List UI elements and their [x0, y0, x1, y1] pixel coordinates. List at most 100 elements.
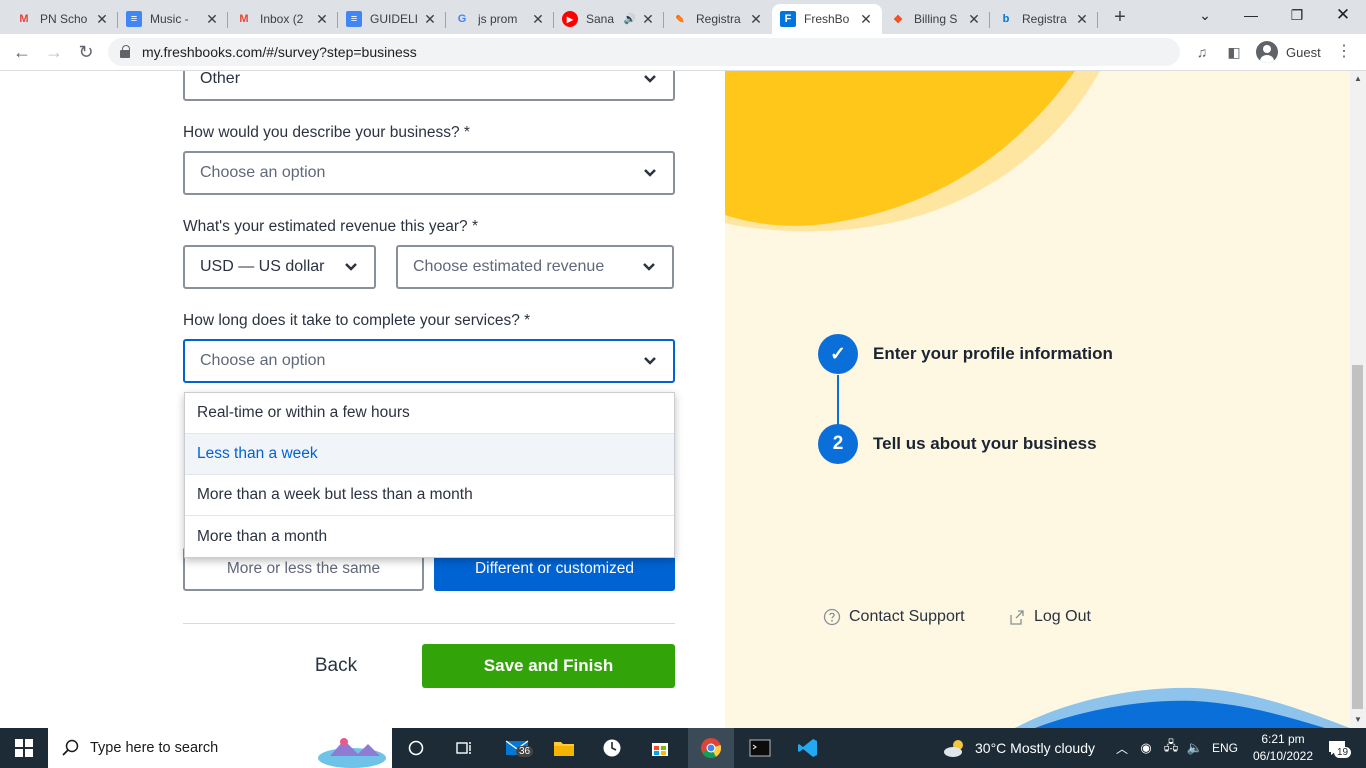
back-arrow-icon[interactable]: ← [8, 40, 36, 64]
scroll-down-arrow-icon[interactable]: ▼ [1350, 712, 1366, 728]
taskbar-search-box[interactable]: Type here to search [48, 728, 392, 768]
scroll-up-arrow-icon[interactable]: ▲ [1350, 71, 1366, 87]
minimize-button[interactable]: — [1228, 0, 1274, 30]
browser-tab[interactable]: ≡ GUIDELI ✕ [338, 4, 446, 34]
pen-icon: ✎ [675, 13, 685, 26]
address-bar[interactable]: my.freshbooks.com/#/survey?step=business [108, 38, 1180, 66]
services-duration-select[interactable]: Choose an option [183, 339, 675, 383]
start-button[interactable] [0, 728, 48, 768]
page-content: Other How would you describe your busine… [0, 71, 1350, 728]
revenue-select[interactable]: Choose estimated revenue [396, 245, 674, 289]
close-tab-icon[interactable]: ✕ [94, 11, 110, 28]
browser-tab[interactable]: ≡ Music - ✕ [118, 4, 228, 34]
services-question-label: How long does it take to complete your s… [183, 312, 531, 329]
vscode-icon[interactable] [788, 728, 828, 768]
notification-badge: 19 [1334, 747, 1352, 758]
log-out-link[interactable]: Log Out [1008, 608, 1091, 626]
kebab-menu-icon[interactable]: ⋮ [1334, 42, 1354, 62]
profile-button[interactable]: Guest [1252, 38, 1328, 66]
weather-icon[interactable] [940, 728, 970, 768]
network-icon[interactable]: 🖧 [1160, 728, 1182, 768]
lock-icon[interactable] [120, 45, 130, 58]
dropdown-option[interactable]: Real-time or within a few hours [185, 393, 674, 434]
close-window-button[interactable]: ✕ [1320, 0, 1366, 30]
mail-app-icon[interactable]: 36 [496, 728, 540, 768]
browser-tab-strip: M PN Scho ✕ ≡ Music - ✕ M Inbox (2 ✕ ≡ G… [0, 0, 1366, 34]
browser-tab[interactable]: G js prom ✕ [446, 4, 554, 34]
google-icon: G [457, 13, 467, 25]
close-tab-icon[interactable]: ✕ [1074, 11, 1090, 28]
search-highlight-illustration-icon [318, 738, 386, 768]
cortana-icon[interactable] [396, 728, 436, 768]
language-indicator[interactable]: ENG [1212, 728, 1238, 768]
docs-icon: ≡ [126, 11, 142, 27]
volume-icon[interactable]: 🔈 [1184, 728, 1206, 768]
browser-tab[interactable]: ▶ Sana 🔊 ✕ [554, 4, 664, 34]
browser-tab[interactable]: ❖ Billing S ✕ [882, 4, 990, 34]
windows-logo-icon [15, 739, 33, 757]
industry-select[interactable]: Other [183, 71, 675, 101]
close-tab-icon[interactable]: ✕ [204, 11, 220, 28]
browser-tab[interactable]: M Inbox (2 ✕ [228, 4, 338, 34]
close-tab-icon[interactable]: ✕ [314, 11, 330, 28]
step-connector [837, 375, 839, 427]
show-hidden-icons-chevron-icon[interactable]: ︿ [1112, 728, 1132, 768]
log-out-icon [1010, 610, 1024, 625]
url-text[interactable]: my.freshbooks.com/#/survey?step=business [142, 44, 417, 60]
alarms-clock-icon[interactable] [592, 728, 632, 768]
currency-select[interactable]: USD — US dollar [183, 245, 376, 289]
browser-tab[interactable]: ✎ Registra ✕ [664, 4, 772, 34]
forward-arrow-icon[interactable]: → [40, 40, 68, 64]
weather-text[interactable]: 30°C Mostly cloudy [975, 728, 1095, 768]
mail-badge: 36 [516, 746, 534, 757]
describe-question-label: How would you describe your business? * [183, 124, 470, 141]
chrome-icon[interactable] [688, 728, 734, 768]
services-dropdown-menu: Real-time or within a few hours Less tha… [184, 392, 675, 558]
close-tab-icon[interactable]: ✕ [640, 11, 656, 28]
clock[interactable]: 6:21 pm 06/10/2022 [1248, 728, 1318, 768]
step-1-label: Enter your profile information [873, 344, 1113, 363]
browser-tab[interactable]: M PN Scho ✕ [8, 4, 118, 34]
file-explorer-icon[interactable] [544, 728, 584, 768]
close-tab-icon[interactable]: ✕ [966, 11, 982, 28]
step-2-label: Tell us about your business [873, 434, 1097, 453]
chevron-down-icon [644, 169, 656, 177]
task-view-icon[interactable] [444, 728, 484, 768]
notifications-icon[interactable]: 19 [1322, 728, 1352, 768]
browser-tab[interactable]: b Registra ✕ [990, 4, 1098, 34]
progress-sidebar [725, 71, 1350, 728]
revenue-question-label: What's your estimated revenue this year?… [183, 218, 479, 235]
browser-tab-active[interactable]: F FreshBo ✕ [772, 4, 882, 34]
save-and-finish-button[interactable]: Save and Finish [422, 644, 675, 688]
chevron-down-icon [345, 263, 357, 271]
describe-business-select[interactable]: Choose an option [183, 151, 675, 195]
dropdown-option-highlighted[interactable]: Less than a week [185, 434, 674, 475]
close-tab-icon[interactable]: ✕ [422, 11, 438, 28]
bing-icon: b [1002, 13, 1010, 25]
contact-support-link[interactable]: Contact Support [823, 608, 965, 626]
dropdown-option[interactable]: More than a month [185, 516, 674, 557]
close-tab-icon[interactable]: ✕ [858, 11, 874, 28]
step-complete-check-icon: ✓ [818, 334, 858, 374]
side-panel-icon[interactable]: ◧ [1224, 42, 1244, 62]
new-tab-button[interactable]: + [1108, 6, 1132, 30]
restore-button[interactable]: ❐ [1274, 0, 1320, 30]
back-button[interactable]: Back [300, 646, 372, 686]
terminal-icon[interactable] [740, 728, 780, 768]
microsoft-store-icon[interactable] [640, 728, 680, 768]
dropdown-option[interactable]: More than a week but less than a month [185, 475, 674, 516]
reload-icon[interactable]: ↻ [72, 40, 100, 64]
chevron-down-icon [644, 75, 656, 83]
media-control-icon[interactable]: ♫ [1192, 42, 1212, 62]
gmail-icon: M [239, 13, 249, 25]
gmail-icon: M [19, 13, 29, 25]
survey-form: Other How would you describe your busine… [0, 71, 725, 728]
tab-search-icon[interactable]: ⌄ [1182, 0, 1228, 30]
scrollbar-thumb[interactable] [1352, 365, 1363, 709]
close-tab-icon[interactable]: ✕ [748, 11, 764, 28]
speaker-icon[interactable]: 🔊 [624, 14, 636, 25]
windows-taskbar: Type here to search 36 30°C Mostly cloud… [0, 728, 1366, 768]
eye-icon[interactable]: ◉ [1136, 728, 1156, 768]
form-divider [183, 623, 675, 624]
close-tab-icon[interactable]: ✕ [530, 11, 546, 28]
